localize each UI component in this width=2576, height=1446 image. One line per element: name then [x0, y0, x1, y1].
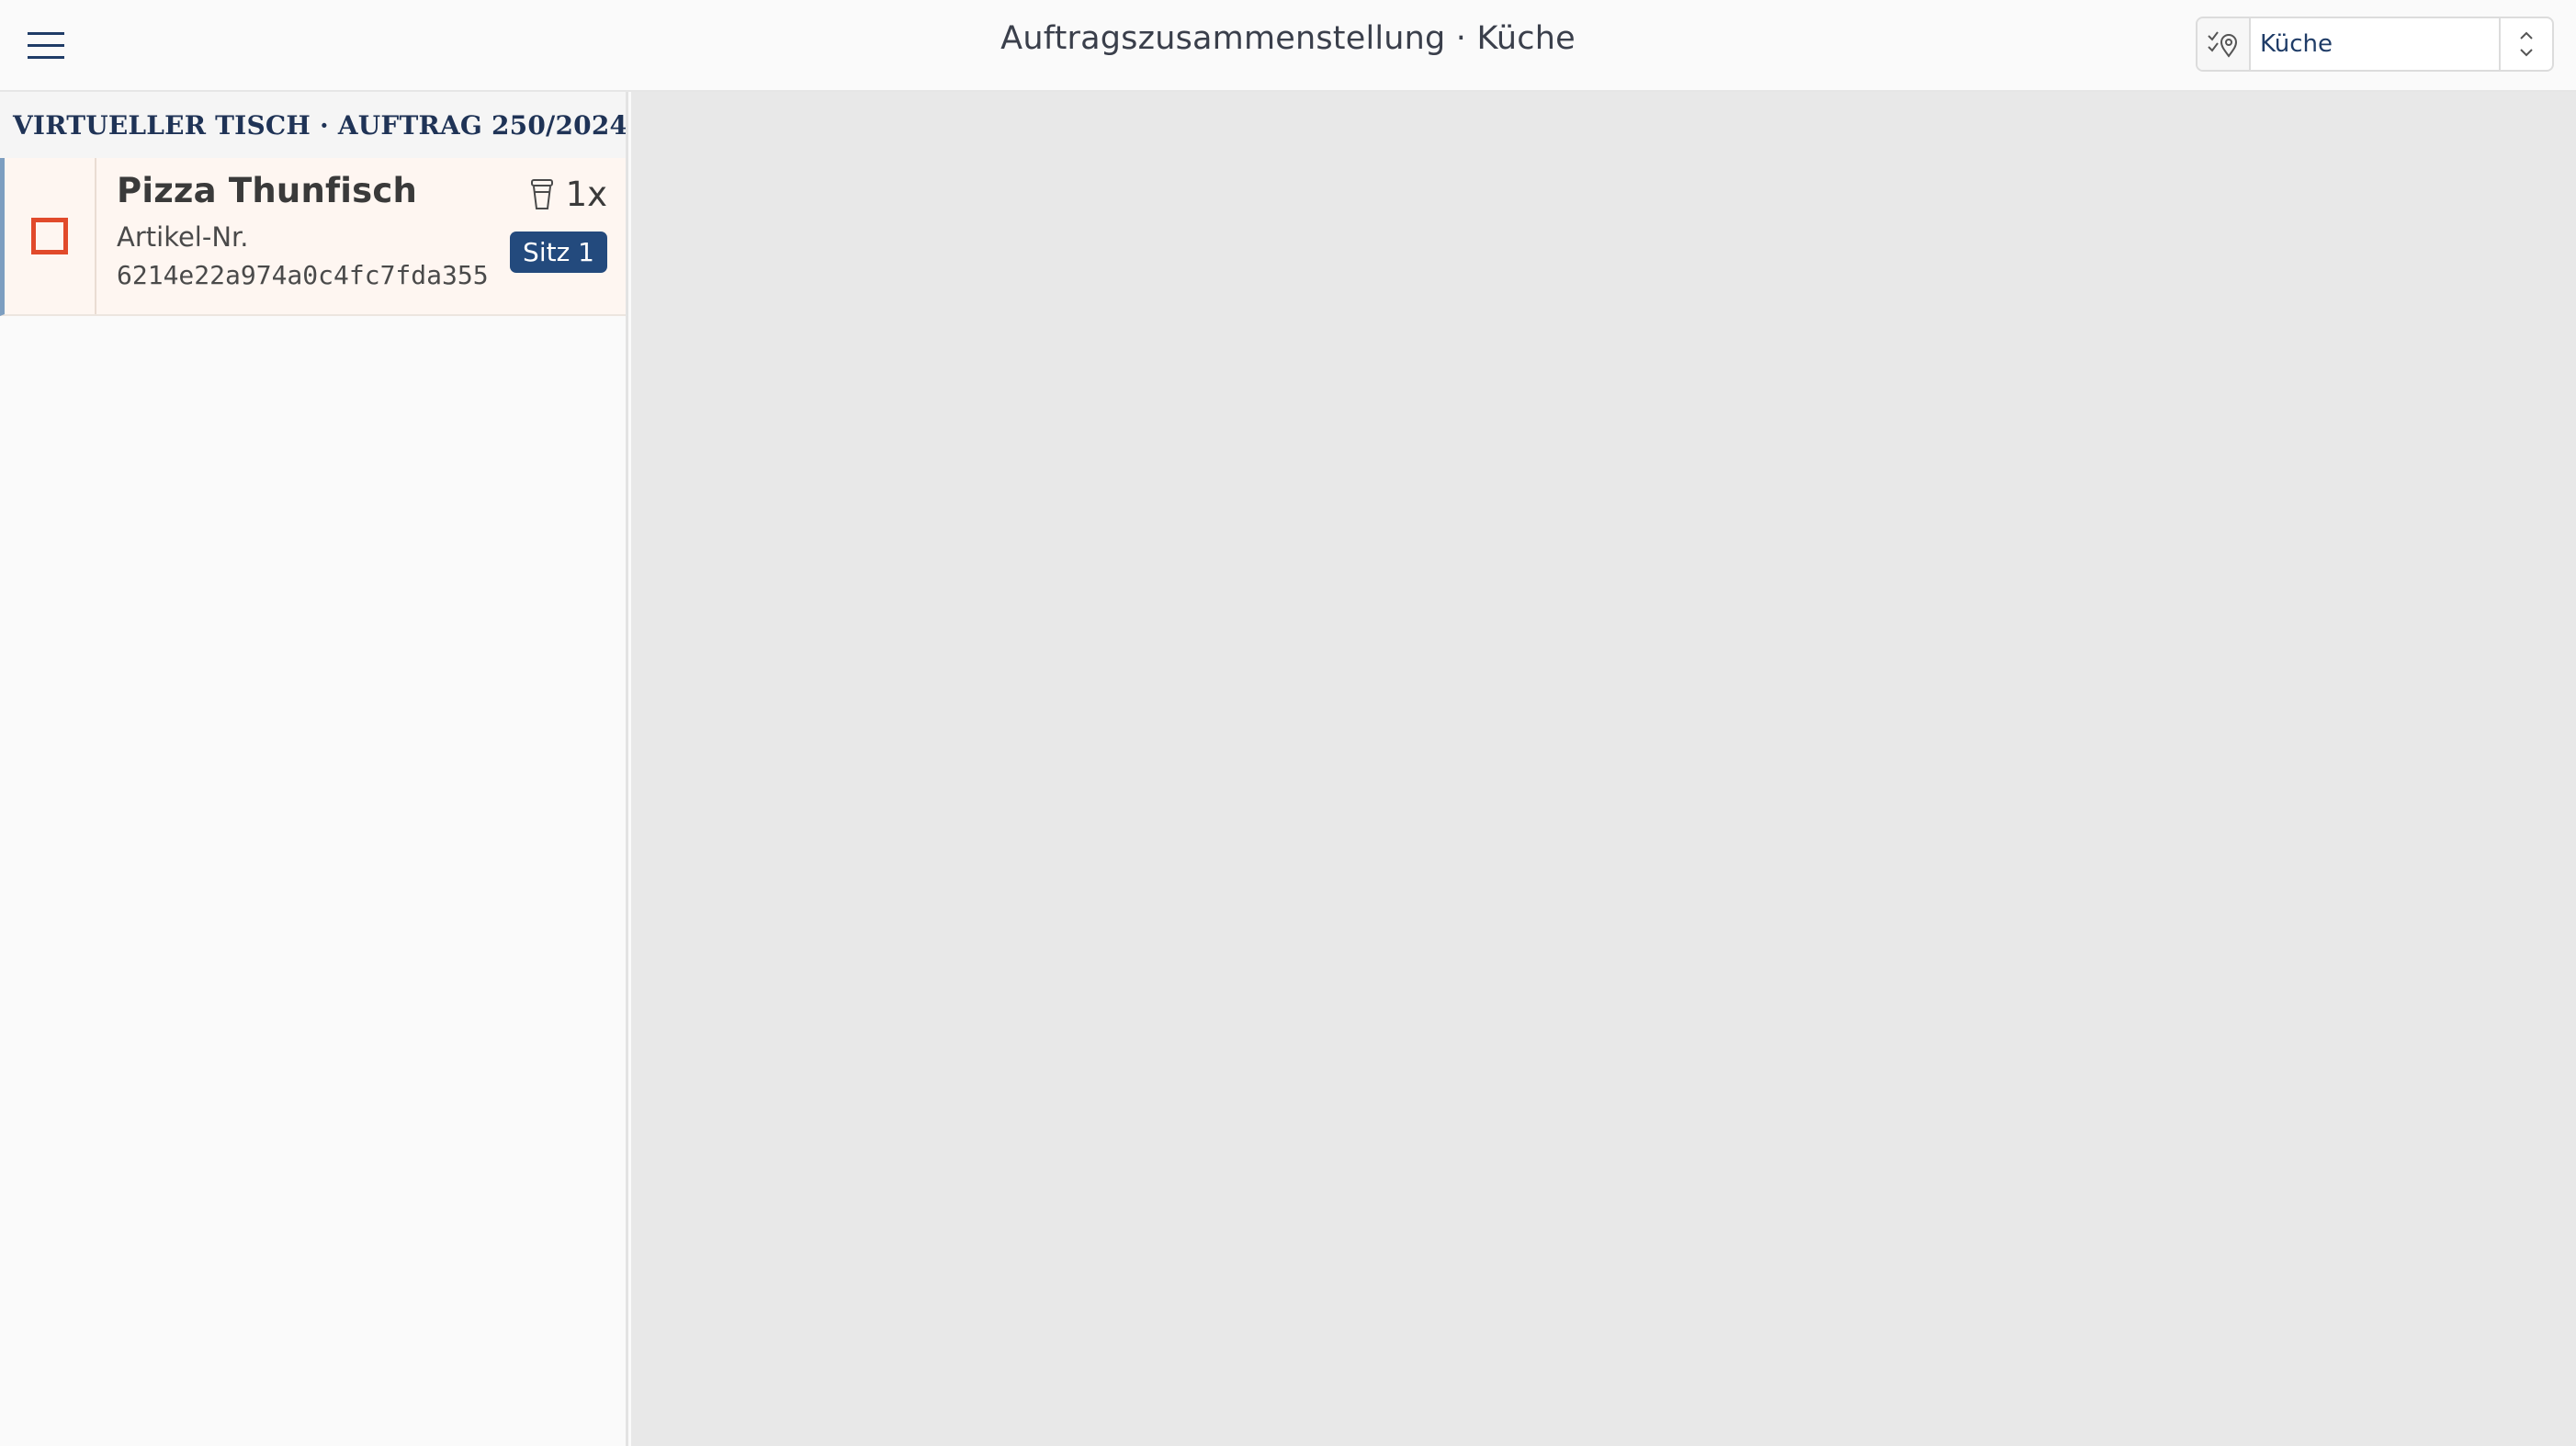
- order-item-quantity: 1x: [529, 175, 607, 214]
- cup-icon: [530, 178, 553, 209]
- order-item[interactable]: Pizza Thunfisch Artikel-Nr. 6214e22a974a…: [0, 158, 626, 316]
- location-check-icon: [2208, 31, 2238, 58]
- order-group-header: VIRTUELLER TISCH · AUFTRAG 250/2024/0...: [0, 92, 626, 158]
- order-item-body: Pizza Thunfisch Artikel-Nr. 6214e22a974a…: [96, 158, 626, 314]
- order-item-check-column: [5, 158, 96, 314]
- page-title: Auftragszusammenstellung · Küche: [1000, 20, 1576, 57]
- location-select[interactable]: Küche: [2196, 17, 2554, 72]
- seat-badge: Sitz 1: [510, 232, 607, 273]
- detail-area: [631, 92, 2576, 1446]
- location-select-toggle[interactable]: [2499, 18, 2552, 70]
- location-icon-box: [2198, 18, 2251, 70]
- top-bar: Auftragszusammenstellung · Küche Küche: [0, 0, 2576, 92]
- order-list-panel: VIRTUELLER TISCH · AUFTRAG 250/2024/0...…: [0, 92, 628, 1446]
- order-item-quantity-value: 1x: [565, 175, 607, 214]
- order-item-checkbox[interactable]: [31, 218, 68, 254]
- chevron-up-down-icon: [2520, 31, 2533, 57]
- location-select-value: Küche: [2260, 30, 2333, 58]
